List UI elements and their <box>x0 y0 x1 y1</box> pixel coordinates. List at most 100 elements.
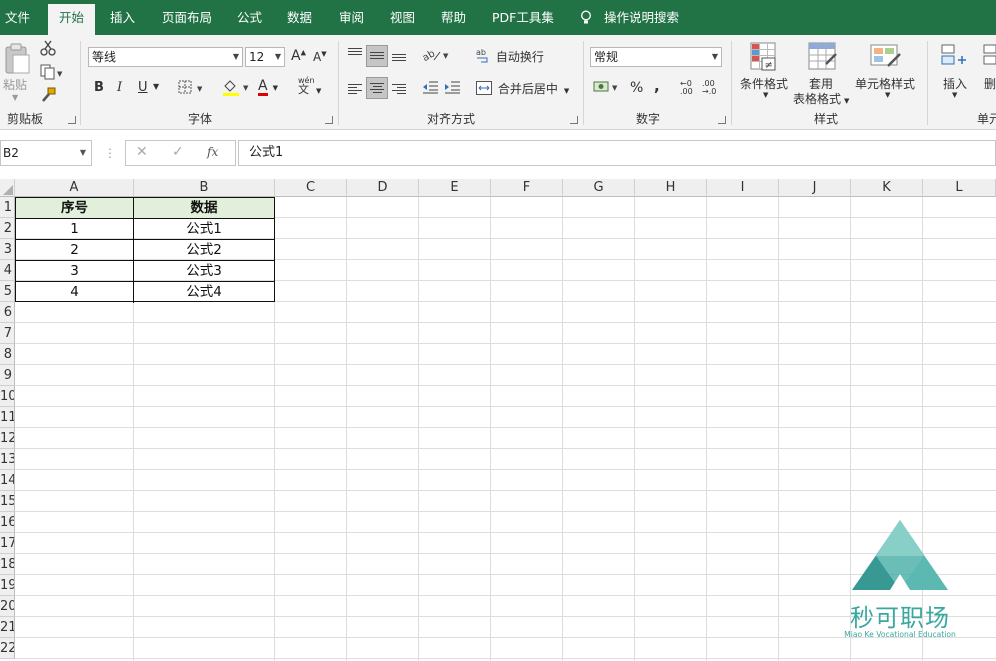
merge-center-button[interactable]: 合并后居中 ▼ <box>476 80 569 97</box>
fill-color-icon[interactable]: ▼ <box>222 78 252 99</box>
accounting-format-icon[interactable]: ▼ <box>593 80 621 97</box>
cancel-icon[interactable]: ✕ <box>136 144 148 160</box>
tab-view[interactable]: 视图 <box>390 0 415 35</box>
tab-home[interactable]: 开始 <box>48 4 96 35</box>
row-header-3[interactable]: 3 <box>0 239 15 260</box>
column-header-h[interactable]: H <box>635 179 707 197</box>
orientation-icon[interactable]: ab ▼ <box>421 47 452 66</box>
column-header-c[interactable]: C <box>275 179 347 197</box>
cell-data[interactable]: 公式4 <box>134 282 274 303</box>
column-header-f[interactable]: F <box>491 179 563 197</box>
delete-cells-icon[interactable] <box>982 42 996 75</box>
row-header-7[interactable]: 7 <box>0 323 15 344</box>
tab-data[interactable]: 数据 <box>287 0 312 35</box>
percent-style-button[interactable]: % <box>630 80 643 96</box>
format-as-table-label-2[interactable]: 表格格式 ▼ <box>793 90 849 107</box>
insert-cells-icon[interactable] <box>940 42 970 75</box>
font-launcher-icon[interactable] <box>325 116 333 124</box>
tab-review[interactable]: 审阅 <box>339 0 364 35</box>
column-header-g[interactable]: G <box>563 179 635 197</box>
tab-pdf-tools[interactable]: PDF工具集 <box>492 0 554 35</box>
row-header-1[interactable]: 1 <box>0 197 15 218</box>
cut-icon[interactable] <box>40 40 56 59</box>
conditional-formatting-dropdown-icon[interactable]: ▼ <box>763 91 768 99</box>
paste-dropdown-icon[interactable]: ▼ <box>12 93 18 102</box>
tab-formulas[interactable]: 公式 <box>237 0 262 35</box>
tab-file[interactable]: 文件 <box>5 0 30 35</box>
cell-data[interactable]: 公式3 <box>134 261 274 282</box>
cell-index[interactable]: 4 <box>16 282 134 303</box>
column-header-b[interactable]: B <box>134 179 275 197</box>
formula-input[interactable]: 公式1 <box>238 140 996 166</box>
clipboard-launcher-icon[interactable] <box>68 116 76 124</box>
cell-index[interactable]: 2 <box>16 240 134 261</box>
enter-icon[interactable]: ✓ <box>172 144 184 160</box>
row-header-19[interactable]: 19 <box>0 575 15 596</box>
row-header-21[interactable]: 21 <box>0 617 15 638</box>
cell-index[interactable]: 1 <box>16 219 134 240</box>
cell-styles-button[interactable]: 单元格样式 <box>855 75 915 92</box>
align-middle-button[interactable] <box>366 45 388 67</box>
increase-indent-icon[interactable] <box>444 80 460 97</box>
row-header-22[interactable]: 22 <box>0 638 15 659</box>
tab-help[interactable]: 帮助 <box>441 0 466 35</box>
row-header-5[interactable]: 5 <box>0 281 15 302</box>
decrease-decimal-icon[interactable]: .00 →.0 <box>702 80 716 96</box>
cell-styles-icon[interactable] <box>870 42 902 75</box>
row-header-4[interactable]: 4 <box>0 260 15 281</box>
row-header-20[interactable]: 20 <box>0 596 15 617</box>
tab-page-layout[interactable]: 页面布局 <box>162 0 212 35</box>
font-name-select[interactable]: 等线 ▼ <box>88 47 243 67</box>
row-header-8[interactable]: 8 <box>0 344 15 365</box>
insert-function-icon[interactable]: fx <box>207 145 218 159</box>
delete-cells-button[interactable]: 删 <box>984 75 996 92</box>
tell-me-search[interactable]: 操作说明搜索 <box>604 0 679 35</box>
font-size-select[interactable]: 12 ▼ <box>245 47 285 67</box>
cell-styles-dropdown-icon[interactable]: ▼ <box>885 91 890 99</box>
row-header-16[interactable]: 16 <box>0 512 15 533</box>
column-header-k[interactable]: K <box>851 179 923 197</box>
cell-data[interactable]: 公式1 <box>134 219 274 240</box>
row-header-9[interactable]: 9 <box>0 365 15 386</box>
number-launcher-icon[interactable] <box>718 116 726 124</box>
row-header-11[interactable]: 11 <box>0 407 15 428</box>
row-header-12[interactable]: 12 <box>0 428 15 449</box>
align-left-icon[interactable] <box>348 82 362 96</box>
conditional-formatting-button[interactable]: 条件格式 <box>740 75 788 92</box>
header-cell-data[interactable]: 数据 <box>134 198 274 219</box>
copy-icon[interactable]: ▼ <box>40 64 64 83</box>
column-header-j[interactable]: J <box>779 179 851 197</box>
alignment-launcher-icon[interactable] <box>570 116 578 124</box>
header-cell-index[interactable]: 序号 <box>16 198 134 219</box>
format-as-table-icon[interactable] <box>808 42 838 75</box>
align-bottom-icon[interactable] <box>392 52 406 63</box>
row-header-2[interactable]: 2 <box>0 218 15 239</box>
conditional-formatting-icon[interactable]: ≠ <box>750 42 778 75</box>
grow-font-button[interactable]: A▲ <box>291 48 306 64</box>
phonetic-guide-button[interactable]: wén 文 ▼ <box>298 76 321 96</box>
decrease-indent-icon[interactable] <box>422 80 438 97</box>
format-painter-icon[interactable] <box>40 87 56 106</box>
shrink-font-button[interactable]: A▼ <box>313 50 327 64</box>
font-color-button[interactable]: A ▼ <box>258 78 278 96</box>
column-header-a[interactable]: A <box>15 179 134 197</box>
cell-data[interactable]: 公式2 <box>134 240 274 261</box>
borders-icon[interactable]: ▼ <box>178 80 206 98</box>
row-header-10[interactable]: 10 <box>0 386 15 407</box>
align-right-icon[interactable] <box>392 82 406 96</box>
row-header-14[interactable]: 14 <box>0 470 15 491</box>
comma-style-button[interactable]: , <box>654 77 660 95</box>
tab-insert[interactable]: 插入 <box>110 0 135 35</box>
align-top-icon[interactable] <box>348 46 362 57</box>
row-header-17[interactable]: 17 <box>0 533 15 554</box>
insert-cells-button[interactable]: 插入 <box>943 75 967 92</box>
name-box[interactable]: B2 ▼ <box>0 140 92 166</box>
align-center-button[interactable] <box>366 77 388 99</box>
bold-button[interactable]: B <box>94 80 104 95</box>
column-header-l[interactable]: L <box>923 179 996 197</box>
underline-dropdown-icon[interactable]: ▼ <box>153 82 159 91</box>
column-header-d[interactable]: D <box>347 179 419 197</box>
increase-decimal-icon[interactable]: ←0.00 <box>680 80 693 96</box>
row-header-15[interactable]: 15 <box>0 491 15 512</box>
column-header-i[interactable]: I <box>707 179 779 197</box>
